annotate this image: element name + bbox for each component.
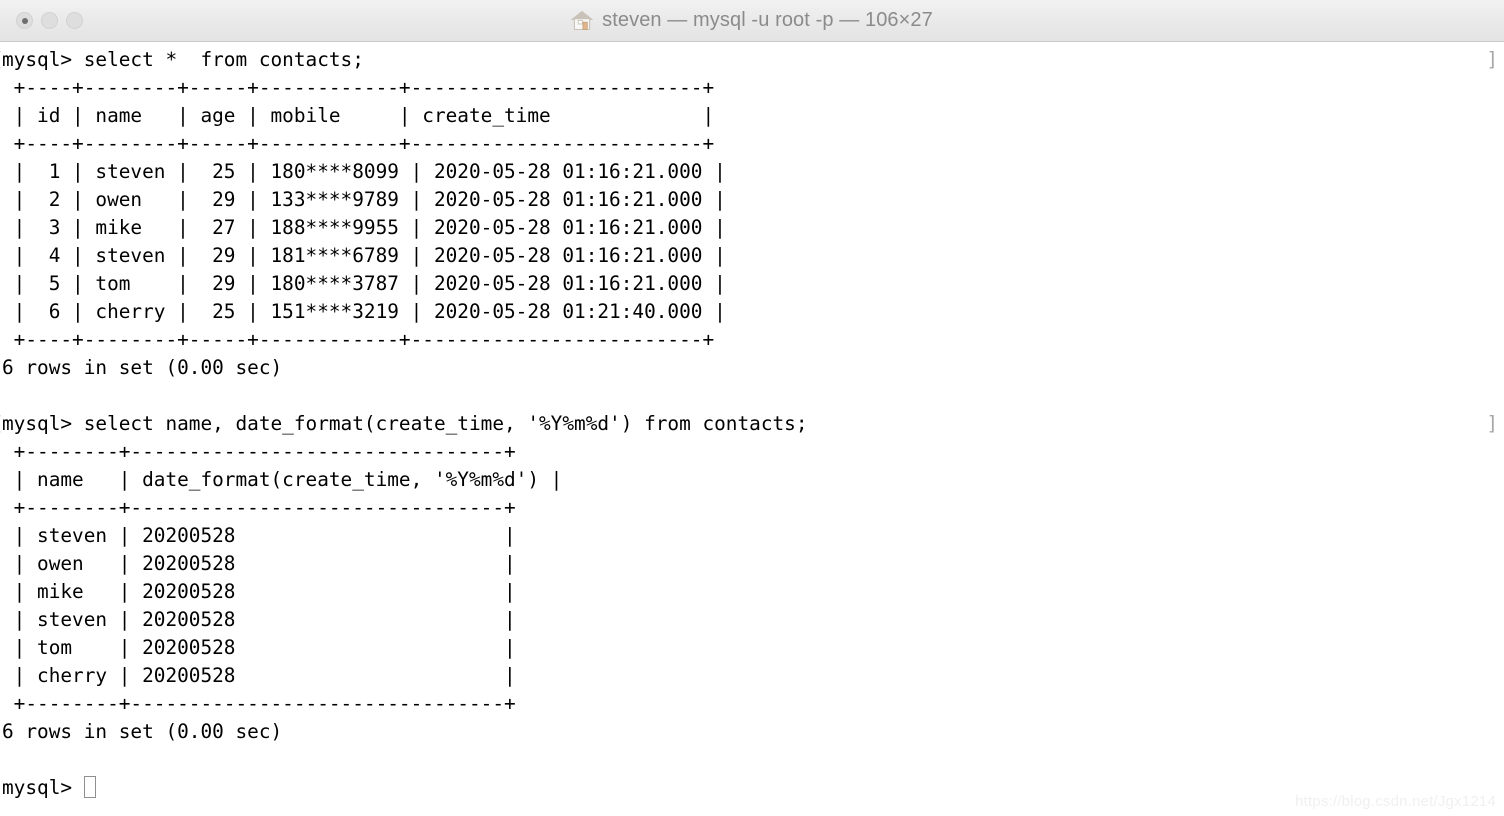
output-line: +----+--------+-----+------------+------…: [0, 326, 1504, 354]
line-text: 6 rows in set (0.00 sec): [2, 720, 283, 743]
output-line: | id | name | age | mobile | create_time…: [0, 102, 1504, 130]
prompt-mark-right: ]: [1486, 48, 1498, 71]
line-text: | tom | 20200528 |: [2, 636, 516, 659]
line-text: | name | date_format(create_time, '%Y%m%…: [2, 468, 563, 491]
prompt-line: [mysql> select name, date_format(create_…: [0, 410, 1504, 438]
line-text: | 5 | tom | 29 | 180****3787 | 2020-05-2…: [2, 272, 726, 295]
zoom-button[interactable]: [66, 12, 83, 29]
line-text: mysql> select name, date_format(create_t…: [2, 412, 808, 435]
line-text: | 4 | steven | 29 | 181****6789 | 2020-0…: [2, 244, 726, 267]
traffic-light-group: [0, 12, 83, 29]
line-text: | steven | 20200528 |: [2, 524, 516, 547]
title-bar[interactable]: steven — mysql -u root -p — 106×27: [0, 0, 1504, 42]
output-line: 6 rows in set (0.00 sec): [0, 354, 1504, 382]
line-text: | id | name | age | mobile | create_time…: [2, 104, 715, 127]
line-text: +--------+------------------------------…: [2, 496, 516, 519]
terminal-window: steven — mysql -u root -p — 106×27 [mysq…: [0, 0, 1504, 816]
terminal-body[interactable]: [mysql> select * from contacts;] +----+-…: [0, 42, 1504, 816]
output-line: +----+--------+-----+------------+------…: [0, 74, 1504, 102]
title-center-group: steven — mysql -u root -p — 106×27: [0, 0, 1504, 41]
output-line: | steven | 20200528 |: [0, 606, 1504, 634]
line-text: | owen | 20200528 |: [2, 552, 516, 575]
line-text: | 1 | steven | 25 | 180****8099 | 2020-0…: [2, 160, 726, 183]
line-text: | cherry | 20200528 |: [2, 664, 516, 687]
output-line: | 1 | steven | 25 | 180****8099 | 2020-0…: [0, 158, 1504, 186]
line-text: | 3 | mike | 27 | 188****9955 | 2020-05-…: [2, 216, 726, 239]
text-cursor: [83, 776, 96, 798]
window-title: steven — mysql -u root -p — 106×27: [602, 9, 933, 31]
watermark: https://blog.csdn.net/Jgx1214: [1295, 793, 1496, 810]
active-prompt-line: mysql>: [0, 774, 1504, 802]
output-line: | steven | 20200528 |: [0, 522, 1504, 550]
home-icon: [571, 10, 594, 31]
prompt-mark-right: ]: [1486, 412, 1498, 435]
prompt-line: [mysql> select * from contacts;]: [0, 46, 1504, 74]
close-button[interactable]: [16, 12, 33, 29]
output-line: | 6 | cherry | 25 | 151****3219 | 2020-0…: [0, 298, 1504, 326]
output-line: | 2 | owen | 29 | 133****9789 | 2020-05-…: [0, 186, 1504, 214]
output-line: +--------+------------------------------…: [0, 438, 1504, 466]
line-text: +----+--------+-----+------------+------…: [2, 132, 715, 155]
output-line: | cherry | 20200528 |: [0, 662, 1504, 690]
output-line: | 5 | tom | 29 | 180****3787 | 2020-05-2…: [0, 270, 1504, 298]
line-text: +----+--------+-----+------------+------…: [2, 76, 715, 99]
line-text: 6 rows in set (0.00 sec): [2, 356, 283, 379]
output-line: | mike | 20200528 |: [0, 578, 1504, 606]
line-text: mysql>: [2, 776, 84, 799]
minimize-button[interactable]: [41, 12, 58, 29]
output-line: +----+--------+-----+------------+------…: [0, 130, 1504, 158]
output-line: | name | date_format(create_time, '%Y%m%…: [0, 466, 1504, 494]
output-line: 6 rows in set (0.00 sec): [0, 718, 1504, 746]
line-text: | 6 | cherry | 25 | 151****3219 | 2020-0…: [2, 300, 726, 323]
line-text: +----+--------+-----+------------+------…: [2, 328, 715, 351]
output-line: +--------+------------------------------…: [0, 690, 1504, 718]
line-text: | 2 | owen | 29 | 133****9789 | 2020-05-…: [2, 188, 726, 211]
prompt-mark-left: [: [0, 46, 4, 74]
line-text: | steven | 20200528 |: [2, 608, 516, 631]
line-text: +--------+------------------------------…: [2, 692, 516, 715]
terminal-screen[interactable]: [mysql> select * from contacts;] +----+-…: [0, 46, 1504, 802]
line-text: +--------+------------------------------…: [2, 440, 516, 463]
prompt-mark-left: [: [0, 410, 4, 438]
output-line: | 4 | steven | 29 | 181****6789 | 2020-0…: [0, 242, 1504, 270]
line-text: mysql> select * from contacts;: [2, 48, 364, 71]
output-line: | owen | 20200528 |: [0, 550, 1504, 578]
line-text: | mike | 20200528 |: [2, 580, 516, 603]
output-line: | 3 | mike | 27 | 188****9955 | 2020-05-…: [0, 214, 1504, 242]
output-line: +--------+------------------------------…: [0, 494, 1504, 522]
output-line: | tom | 20200528 |: [0, 634, 1504, 662]
